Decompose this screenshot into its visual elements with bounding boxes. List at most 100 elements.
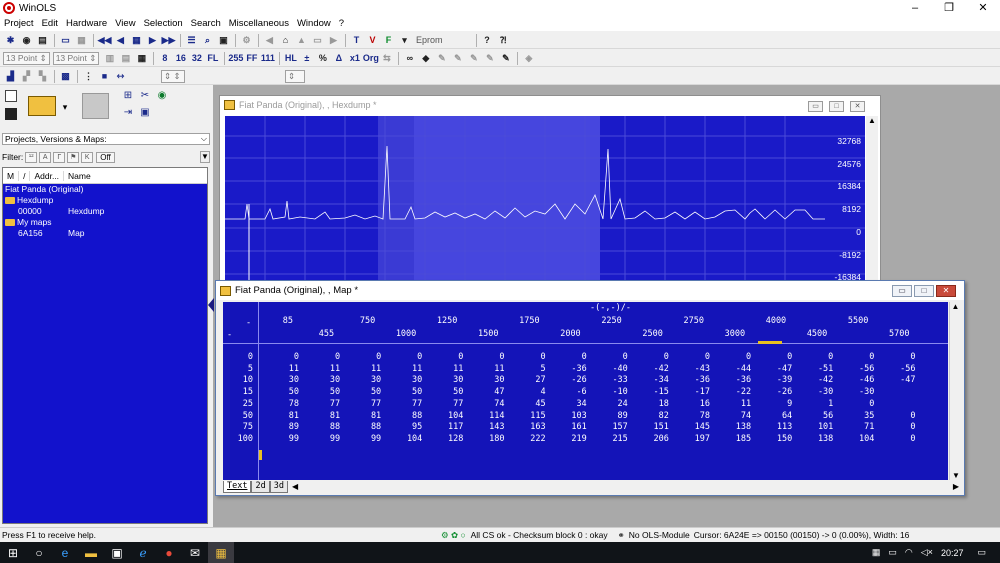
map-cell[interactable]: -30 xyxy=(797,387,833,397)
map-cell[interactable]: 0 xyxy=(510,352,545,362)
map-cell[interactable]: 50 xyxy=(345,387,381,397)
map-cell[interactable]: 0 xyxy=(386,352,422,362)
col-name[interactable]: Name xyxy=(64,171,95,181)
menu-edit[interactable]: Edit xyxy=(38,18,62,29)
scroll-left-icon[interactable]: ◀ xyxy=(292,482,298,491)
signed-icon[interactable]: ± xyxy=(299,51,314,65)
map-cell[interactable]: 27 xyxy=(510,375,545,385)
chrome-icon[interactable]: ● xyxy=(156,542,182,563)
eprom-label[interactable]: Eprom xyxy=(416,35,443,45)
map-cell[interactable]: 78 xyxy=(674,411,710,421)
map-cell[interactable]: -15 xyxy=(633,387,669,397)
bits-float-icon[interactable]: FL xyxy=(205,51,220,65)
globe-icon[interactable]: ◉ xyxy=(155,89,169,102)
save-icon[interactable] xyxy=(5,108,17,120)
map-scrollbar[interactable]: ▲ ▼ xyxy=(949,302,961,480)
map-cell[interactable]: 18 xyxy=(633,399,669,409)
map-cell[interactable]: 143 xyxy=(469,422,504,432)
map-close-button[interactable]: ✕ xyxy=(936,285,956,297)
map-cell[interactable]: 99 xyxy=(345,434,381,444)
project-tree[interactable]: M / Addr... Name Fiat Panda (Original) H… xyxy=(2,167,208,524)
map-cell[interactable]: 0 xyxy=(838,399,874,409)
tab-3d[interactable]: 3d xyxy=(269,480,288,493)
splitter-arrow-icon[interactable] xyxy=(208,298,214,312)
delta-button[interactable]: Δ xyxy=(331,51,346,65)
map-cell[interactable]: 50 xyxy=(304,387,340,397)
map-cell[interactable]: 145 xyxy=(674,422,710,432)
f-view-icon[interactable]: F xyxy=(381,33,396,47)
x1-button[interactable]: x1 xyxy=(347,51,362,65)
map-cell[interactable]: 197 xyxy=(674,434,710,444)
map-cell[interactable]: 222 xyxy=(510,434,545,444)
menu-selection[interactable]: Selection xyxy=(140,18,187,29)
hexdump-window[interactable]: Fiat Panda (Original), , Hexdump * ▭ □ ✕ xyxy=(219,95,881,285)
map-cell[interactable]: 1 xyxy=(797,399,833,409)
menu-miscellaneous[interactable]: Miscellaneous xyxy=(225,18,293,29)
map-cell[interactable]: 128 xyxy=(427,434,463,444)
map-cell[interactable]: 88 xyxy=(386,411,422,421)
map-cell[interactable]: 50 xyxy=(263,387,299,397)
map-cell[interactable]: 0 xyxy=(633,352,669,362)
hexdump-maximize-button[interactable]: □ xyxy=(829,101,844,112)
map-cell[interactable]: -26 xyxy=(756,387,792,397)
battery-icon[interactable]: ▭ xyxy=(888,547,897,558)
wifi-icon[interactable]: ◠ xyxy=(905,547,913,558)
map-cell[interactable]: 45 xyxy=(510,399,545,409)
tool5-icon[interactable]: ✎ xyxy=(498,51,513,65)
map-cell[interactable]: -22 xyxy=(715,387,751,397)
filter-a-icon[interactable]: A xyxy=(39,151,52,163)
map-cell[interactable]: 157 xyxy=(592,422,627,432)
next-icon[interactable]: ▶ xyxy=(145,33,160,47)
map-icon[interactable]: ▣ xyxy=(216,33,231,47)
notifications-icon[interactable]: ▭ xyxy=(977,547,986,558)
projects-combo[interactable]: Projects, Versions & Maps: ⌵ xyxy=(2,133,210,145)
menu-hardware[interactable]: Hardware xyxy=(62,18,111,29)
map-cell[interactable]: -17 xyxy=(674,387,710,397)
edge-icon[interactable]: e xyxy=(52,542,78,563)
bits32-icon[interactable]: 32 xyxy=(189,51,204,65)
scroll-up-icon[interactable]: ▲ xyxy=(950,302,961,311)
map-cell[interactable]: 99 xyxy=(304,434,340,444)
menu-help[interactable]: ? xyxy=(335,18,348,29)
font-size-combo-1[interactable]: 13 Point ⇕ xyxy=(3,51,50,65)
map-cell[interactable]: 11 xyxy=(386,364,422,374)
layout2-icon[interactable]: ▤ xyxy=(118,51,133,65)
link-icon[interactable]: ∞ xyxy=(402,51,417,65)
map-cell[interactable]: 95 xyxy=(386,422,422,432)
menu-project[interactable]: Project xyxy=(0,18,38,29)
map-cell[interactable]: 0 xyxy=(469,352,504,362)
hexdump-minimize-button[interactable]: ▭ xyxy=(808,101,823,112)
map-cell[interactable]: 11 xyxy=(263,364,299,374)
dropdown-arrow-icon[interactable]: ▾ xyxy=(397,33,412,47)
window2-icon[interactable]: ▦ xyxy=(74,33,89,47)
search-icon[interactable]: ○ xyxy=(26,542,52,563)
map-cell[interactable]: 180 xyxy=(469,434,504,444)
col-sort[interactable]: / xyxy=(19,170,31,181)
color-table-icon[interactable]: ▩ xyxy=(58,69,73,83)
tree-folder-my-maps[interactable]: My maps xyxy=(3,217,207,228)
map-cell[interactable]: 0 xyxy=(674,352,710,362)
map-cell[interactable]: 5 xyxy=(510,364,545,374)
map-grid[interactable]: -(-,-)/- - - 85 750 1250 1750 2250 2750 4000 55… xyxy=(223,302,948,480)
width-icon[interactable]: ⇿ xyxy=(113,69,128,83)
bits8-icon[interactable]: 8 xyxy=(157,51,172,65)
help-icon[interactable]: ? xyxy=(480,33,495,47)
first-icon[interactable]: ◀◀ xyxy=(97,33,112,47)
map-minimize-button[interactable]: ▭ xyxy=(892,285,912,297)
block-icon[interactable]: ■ xyxy=(97,69,112,83)
file-explorer-icon[interactable]: ▬ xyxy=(78,542,104,563)
percent-button[interactable]: % xyxy=(315,51,330,65)
open-dropdown-icon[interactable]: ▾ xyxy=(60,96,70,118)
scroll-down-icon[interactable]: ▼ xyxy=(950,471,962,480)
map-cell[interactable]: -36 xyxy=(715,375,751,385)
map-cell[interactable]: 11 xyxy=(469,364,504,374)
chart2-icon[interactable]: ▞ xyxy=(19,69,34,83)
map-cell[interactable]: 215 xyxy=(592,434,627,444)
import-icon[interactable] xyxy=(82,93,109,119)
volume-icon[interactable]: ◁× xyxy=(921,547,933,558)
map-cell[interactable]: -56 xyxy=(838,364,874,374)
map-cell[interactable]: -46 xyxy=(838,375,874,385)
map-cell[interactable]: 104 xyxy=(386,434,422,444)
map-cell[interactable]: 24 xyxy=(592,399,628,409)
map-cell[interactable]: 0 xyxy=(880,352,915,362)
